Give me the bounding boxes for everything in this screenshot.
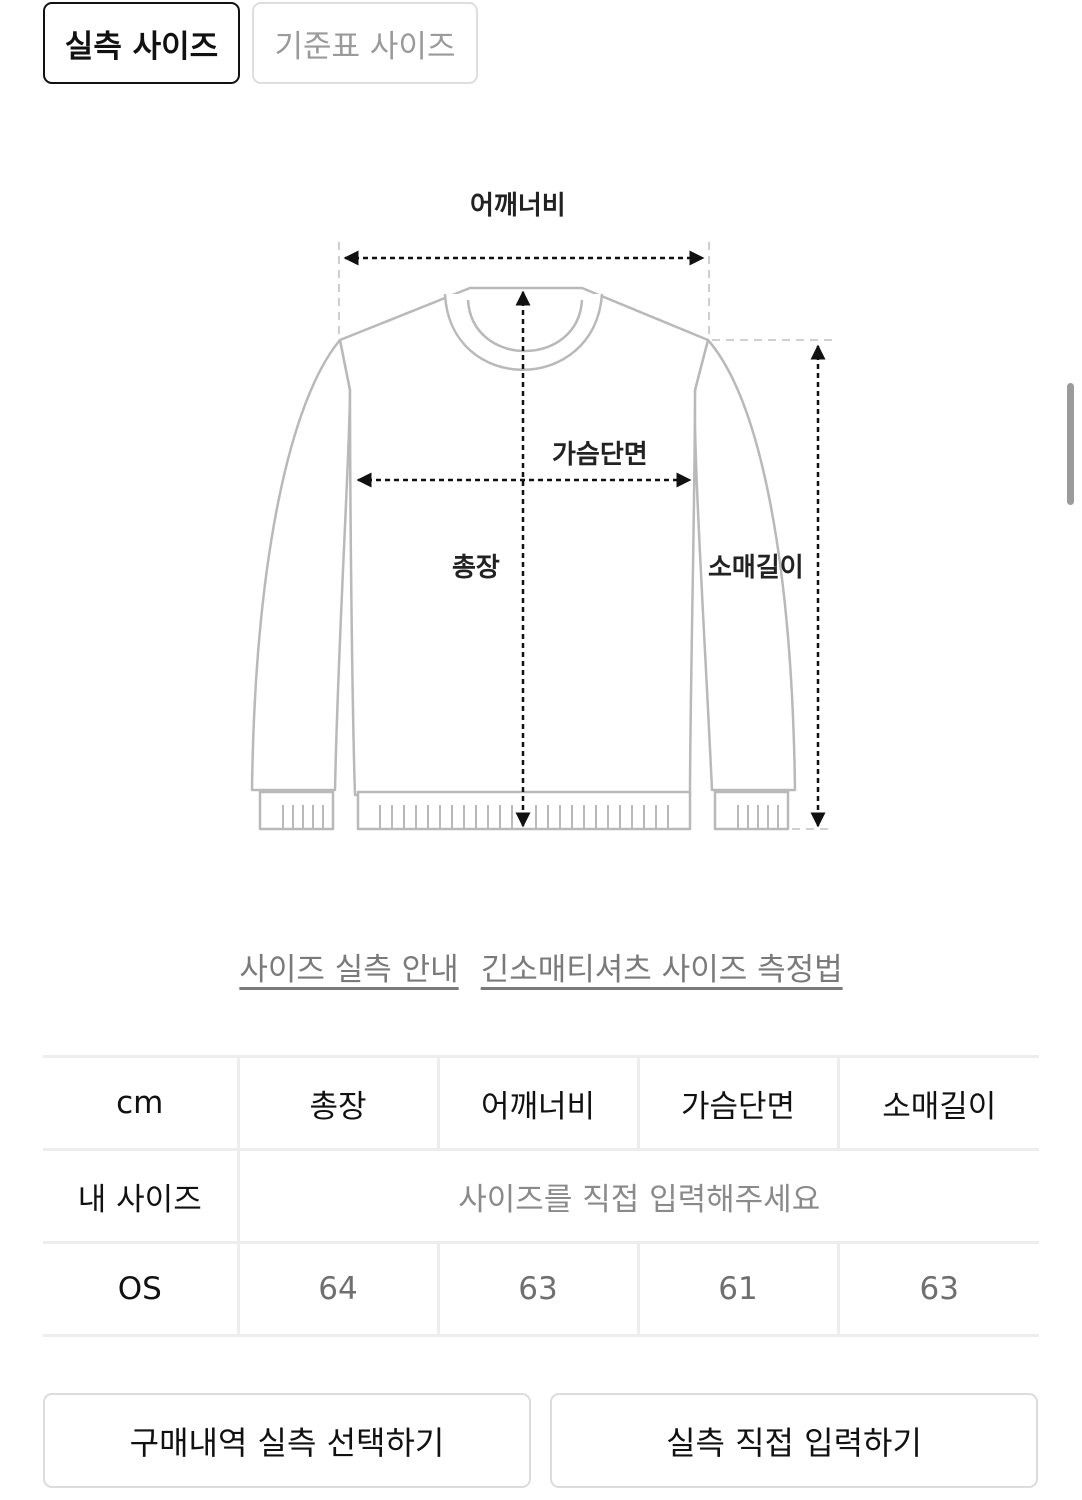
my-size-input[interactable]: 사이즈를 직접 입력해주세요 bbox=[236, 1148, 1039, 1244]
shoulder-width-label: 어깨너비 bbox=[470, 191, 566, 221]
tab-standard-size[interactable]: 기준표 사이즈 bbox=[252, 2, 478, 84]
table-cell: 63 bbox=[836, 1241, 1039, 1337]
measurement-guide-links: 사이즈 실측 안내 긴소매티셔츠 사이즈 측정법 bbox=[0, 944, 1082, 989]
tab-measured-size[interactable]: 실측 사이즈 bbox=[43, 2, 240, 84]
size-guide-link[interactable]: 사이즈 실측 안내 bbox=[239, 944, 458, 989]
table-header-row: cm 총장 어깨너비 가슴단면 소매길이 bbox=[43, 1055, 1039, 1151]
select-from-purchases-button[interactable]: 구매내역 실측 선택하기 bbox=[43, 1393, 531, 1488]
my-size-row: 내 사이즈 사이즈를 직접 입력해주세요 bbox=[43, 1148, 1039, 1244]
size-table: cm 총장 어깨너비 가슴단면 소매길이 내 사이즈 사이즈를 직접 입력해주세… bbox=[43, 1055, 1039, 1337]
unit-cell: cm bbox=[43, 1055, 238, 1151]
column-header: 어깨너비 bbox=[436, 1055, 638, 1151]
size-name-cell: OS bbox=[43, 1241, 238, 1337]
scrollbar[interactable] bbox=[1067, 383, 1074, 505]
column-header: 가슴단면 bbox=[636, 1055, 838, 1151]
column-header: 총장 bbox=[236, 1055, 438, 1151]
table-cell: 61 bbox=[636, 1241, 838, 1337]
total-length-label: 총장 bbox=[452, 553, 500, 583]
sleeve-length-label: 소매길이 bbox=[708, 553, 804, 583]
size-diagram: 어깨너비 가슴단면 총장 소매길이 bbox=[0, 150, 1082, 870]
table-cell: 63 bbox=[436, 1241, 638, 1337]
enter-measurements-button[interactable]: 실측 직접 입력하기 bbox=[550, 1393, 1038, 1488]
column-header: 소매길이 bbox=[836, 1055, 1039, 1151]
table-cell: 64 bbox=[236, 1241, 438, 1337]
table-row: OS 64 63 61 63 bbox=[43, 1241, 1039, 1337]
my-size-label: 내 사이즈 bbox=[43, 1148, 238, 1244]
measure-method-link[interactable]: 긴소매티셔츠 사이즈 측정법 bbox=[481, 944, 843, 989]
sweatshirt-illustration bbox=[250, 242, 832, 831]
chest-width-label: 가슴단면 bbox=[552, 440, 648, 470]
